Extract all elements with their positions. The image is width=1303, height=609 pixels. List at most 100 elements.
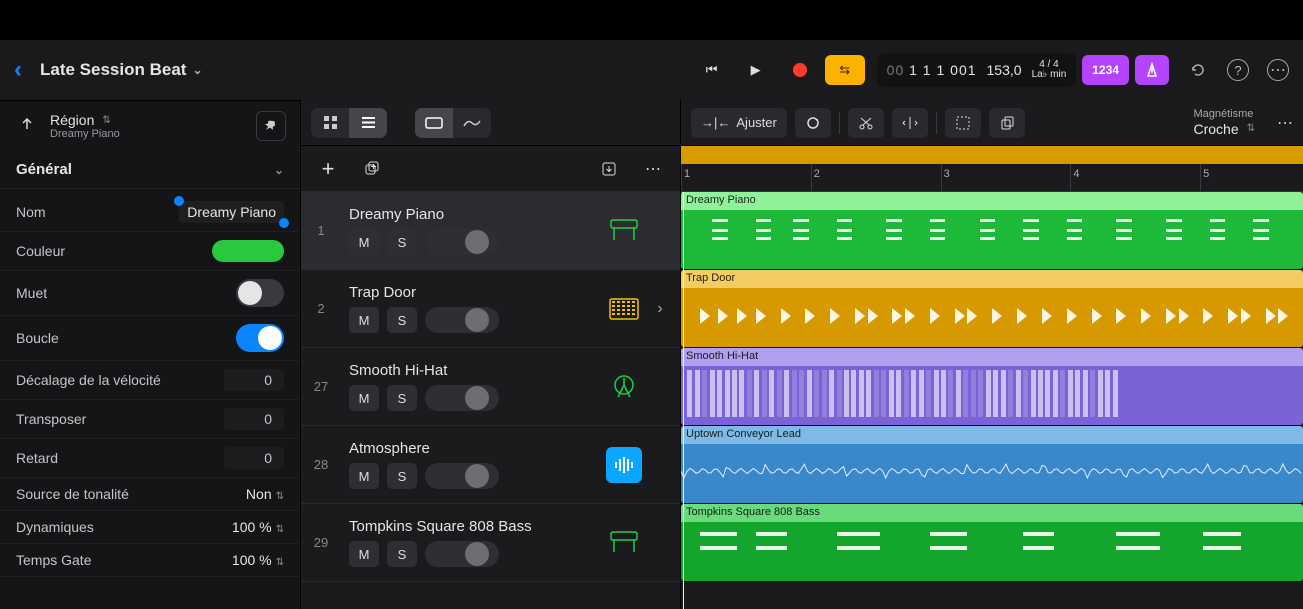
gate-select[interactable]: 100 %⇅	[232, 552, 284, 568]
region[interactable]: Dreamy Piano	[681, 192, 1303, 269]
tonal-select[interactable]: Non⇅	[246, 486, 284, 502]
solo-button[interactable]: S	[387, 229, 417, 255]
name-input[interactable]: Dreamy Piano	[179, 201, 284, 223]
metronome-button[interactable]	[1135, 55, 1169, 85]
solo-button[interactable]: S	[387, 385, 417, 411]
prop-name: Nom Dreamy Piano	[0, 193, 300, 232]
mute-button[interactable]: M	[349, 307, 379, 333]
mute-toggle[interactable]	[236, 279, 284, 307]
go-to-start-button[interactable]: ⏮	[693, 55, 731, 85]
inspector-subtitle: Dreamy Piano	[50, 128, 120, 140]
ruler[interactable]: 12345	[681, 164, 1303, 192]
marquee-tool[interactable]	[945, 108, 981, 138]
collapse-inspector-button[interactable]	[14, 117, 40, 136]
solo-button[interactable]: S	[387, 541, 417, 567]
play-button[interactable]: ▶	[737, 55, 775, 85]
cycle-button[interactable]: ⇆	[825, 55, 865, 85]
track-row[interactable]: 2Trap DoorMS›	[301, 270, 680, 348]
solo-button[interactable]: S	[387, 463, 417, 489]
more-button[interactable]: ⋯	[1267, 59, 1289, 81]
regions-area[interactable]: Dreamy PianoTrap DoorSmooth Hi-HatUptown…	[681, 192, 1303, 609]
cycle-range[interactable]	[681, 146, 1303, 164]
track-number: 28	[301, 457, 341, 472]
delay-input[interactable]: 0	[224, 447, 284, 469]
prop-delay-label: Retard	[16, 450, 58, 466]
instrument-icon[interactable]	[606, 525, 642, 561]
dynamics-select[interactable]: 100 %⇅	[232, 519, 284, 535]
pin-button[interactable]	[256, 111, 286, 141]
ruler-tick: 4	[1070, 164, 1082, 191]
velocity-input[interactable]: 0	[224, 369, 284, 391]
region-view-button[interactable]	[415, 108, 453, 138]
track-name: Dreamy Piano	[349, 206, 598, 223]
count-in-button[interactable]: 1234	[1082, 55, 1129, 85]
stepper-icon[interactable]: ⇅	[102, 115, 110, 126]
project-title[interactable]: Late Session Beat ⌄	[40, 60, 203, 80]
loop-tool[interactable]	[795, 108, 831, 138]
adjust-icon: →|←	[701, 115, 730, 130]
grid-view-button[interactable]	[311, 108, 349, 138]
volume-slider[interactable]	[425, 307, 499, 333]
mute-button[interactable]: M	[349, 463, 379, 489]
disclosure-arrow[interactable]: ›	[650, 300, 670, 318]
region[interactable]: Trap Door	[681, 270, 1303, 347]
split-tool[interactable]	[892, 108, 928, 138]
prop-name-label: Nom	[16, 204, 46, 220]
copy-tool[interactable]	[989, 108, 1025, 138]
volume-slider[interactable]	[425, 541, 499, 567]
track-number: 27	[301, 379, 341, 394]
mute-button[interactable]: M	[349, 229, 379, 255]
prop-mute: Muet	[0, 271, 300, 316]
adjust-tool[interactable]: →|←Ajuster	[691, 108, 787, 138]
record-button[interactable]	[781, 55, 819, 85]
transpose-input[interactable]: 0	[224, 408, 284, 430]
arrange-panel: →|←Ajuster Magnétisme Croche⇅ ⋯ 12345	[680, 100, 1303, 609]
ruler-tick: 2	[811, 164, 823, 191]
loop-toggle[interactable]	[236, 324, 284, 352]
snap-menu[interactable]: Magnétisme Croche⇅	[1193, 108, 1261, 137]
prop-transpose-label: Transposer	[16, 411, 86, 427]
automation-view-button[interactable]	[453, 108, 491, 138]
track-row[interactable]: 28AtmosphereMS	[301, 426, 680, 504]
list-view-button[interactable]	[349, 108, 387, 138]
volume-slider[interactable]	[425, 463, 499, 489]
region[interactable]: Tompkins Square 808 Bass	[681, 504, 1303, 581]
prop-tonal-label: Source de tonalité	[16, 486, 129, 502]
color-swatch[interactable]	[212, 240, 284, 262]
arrange-more-button[interactable]: ⋯	[1277, 113, 1293, 133]
mute-button[interactable]: M	[349, 385, 379, 411]
back-button[interactable]: ‹	[14, 56, 22, 84]
region[interactable]: Uptown Conveyor Lead	[681, 426, 1303, 503]
chevron-down-icon: ⌄	[192, 63, 202, 77]
region-row: Smooth Hi-Hat	[681, 348, 1303, 426]
instrument-icon[interactable]	[606, 291, 642, 327]
duplicate-track-button[interactable]	[357, 154, 387, 184]
undo-button[interactable]	[1187, 59, 1209, 81]
mute-button[interactable]: M	[349, 541, 379, 567]
volume-slider[interactable]	[425, 385, 499, 411]
inspector-panel: Région⇅ Dreamy Piano Général ⌄ Nom Dream…	[0, 100, 300, 609]
prop-color-label: Couleur	[16, 243, 65, 259]
prop-mute-label: Muet	[16, 285, 47, 301]
help-button[interactable]: ?	[1227, 59, 1249, 81]
import-button[interactable]	[594, 154, 624, 184]
prop-transpose: Transposer 0	[0, 400, 300, 439]
lcd-display[interactable]: 00 1 1 1 001 153,0 4 / 4 La♭ min	[877, 53, 1077, 87]
ruler-tick: 1	[681, 164, 693, 191]
solo-button[interactable]: S	[387, 307, 417, 333]
section-general[interactable]: Général ⌄	[0, 151, 300, 189]
track-more-button[interactable]: ⋯	[638, 154, 668, 184]
instrument-icon[interactable]	[606, 213, 642, 249]
track-row[interactable]: 27Smooth Hi-HatMS	[301, 348, 680, 426]
region-row: Tompkins Square 808 Bass	[681, 504, 1303, 582]
instrument-icon[interactable]	[606, 447, 642, 483]
track-row[interactable]: 1Dreamy PianoMS	[301, 192, 680, 270]
playhead[interactable]	[683, 192, 684, 609]
instrument-icon[interactable]	[606, 369, 642, 405]
track-list-panel: + ⋯ 1Dreamy PianoMS2Trap DoorMS›27Smooth…	[300, 100, 680, 609]
volume-slider[interactable]	[425, 229, 499, 255]
region[interactable]: Smooth Hi-Hat	[681, 348, 1303, 425]
scissors-tool[interactable]	[848, 108, 884, 138]
add-track-button[interactable]: +	[313, 154, 343, 184]
track-row[interactable]: 29Tompkins Square 808 BassMS	[301, 504, 680, 582]
